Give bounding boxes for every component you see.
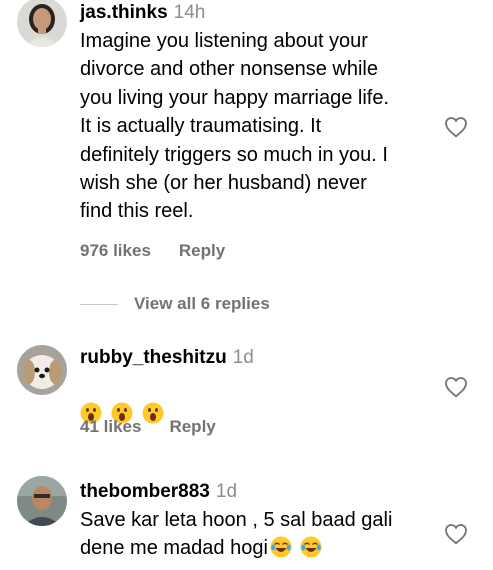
timestamp: 1d [215, 481, 238, 502]
reply-button[interactable]: Reply [169, 417, 215, 436]
comment-text: Imagine you listening about your divorce… [80, 30, 390, 223]
avatar-rubby-theshitzu[interactable] [17, 345, 67, 395]
face-with-tears-of-joy-icon [300, 536, 322, 558]
username[interactable]: jas.thinks [80, 2, 168, 23]
avatar-jas-thinks[interactable] [17, 0, 67, 47]
face-with-tears-of-joy-icon [270, 536, 292, 558]
reply-button[interactable]: Reply [179, 241, 225, 260]
comment-text-line: Save kar leta hoon , 5 sal baad gali [80, 509, 393, 531]
heart-outline-icon[interactable] [444, 116, 468, 138]
comment-actions: 976 likes Reply [80, 241, 253, 261]
comment-text: Save kar leta hoon , 5 sal baad gali den… [80, 506, 440, 563]
heart-outline-icon[interactable] [444, 523, 468, 545]
comment-header: thebomber883 1d [80, 481, 237, 503]
replies-divider [80, 303, 118, 305]
likes-count[interactable]: 976 likes [80, 241, 151, 260]
heart-outline-icon[interactable] [444, 376, 468, 398]
view-replies[interactable]: View all 6 replies [80, 293, 270, 315]
comment-header: rubby_theshitzu 1d [80, 347, 254, 369]
username[interactable]: rubby_theshitzu [80, 347, 227, 368]
comment-header: jas.thinks 14h [80, 2, 205, 24]
comment-actions: 41 likes Reply [80, 417, 244, 437]
likes-count[interactable]: 41 likes [80, 417, 141, 436]
avatar-thebomber883[interactable] [17, 476, 67, 526]
view-replies-label[interactable]: View all 6 replies [134, 294, 270, 314]
comment-text-line-with-emoji: dene me madad hogi [80, 534, 440, 562]
timestamp: 1d [232, 347, 254, 368]
timestamp: 14h [173, 2, 206, 23]
comment-text-line: dene me madad hogi [80, 537, 268, 560]
username[interactable]: thebomber883 [80, 481, 210, 502]
